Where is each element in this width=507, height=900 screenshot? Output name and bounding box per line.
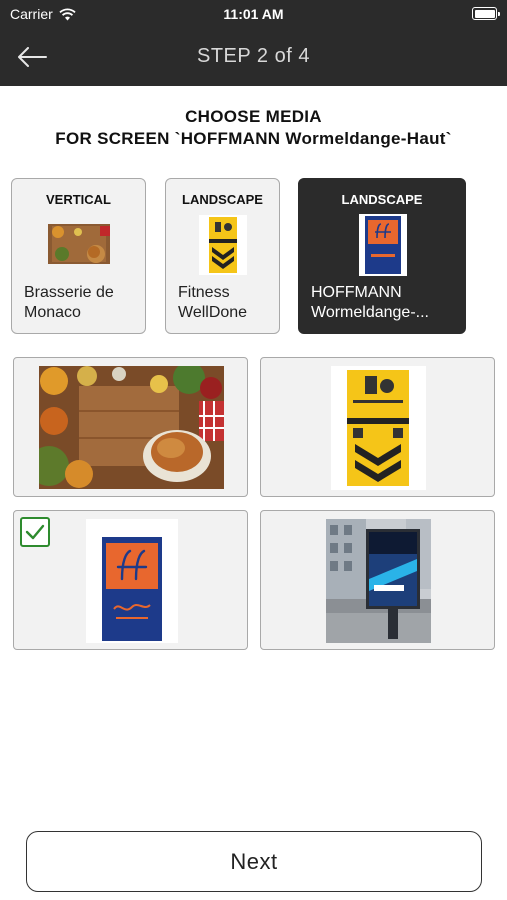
battery-icon — [472, 7, 500, 20]
screen-thumbnail — [48, 224, 110, 264]
screen-name: Fitness WellDone — [178, 284, 248, 321]
status-bar: Carrier 11:01 AM — [0, 0, 507, 28]
section-heading: CHOOSE MEDIA FOR SCREEN `HOFFMANN Wormel… — [0, 106, 507, 150]
covid-poster-image — [331, 366, 426, 490]
clock: 11:01 AM — [223, 6, 284, 22]
nav-bar: STEP 2 of 4 — [0, 28, 507, 86]
heading-line-2: FOR SCREEN `HOFFMANN Wormeldange-Haut` — [55, 129, 452, 148]
checkmark-icon — [25, 524, 45, 540]
screen-card-brasserie[interactable]: VERTICAL Brasserie de Monaco — [11, 178, 146, 334]
media-tile-covid-poster[interactable] — [260, 357, 495, 497]
screen-orientation: LANDSCAPE — [341, 192, 423, 207]
screen-thumbnail — [359, 214, 407, 276]
billboard-image — [326, 519, 431, 643]
screen-orientation: LANDSCAPE — [182, 192, 263, 207]
next-button[interactable]: Next — [26, 831, 482, 892]
media-tile-hoffmann-poster[interactable] — [13, 510, 248, 650]
screen-thumbnail — [199, 215, 247, 275]
selected-checkbox[interactable] — [20, 517, 50, 547]
hoffmann-poster-image — [86, 519, 178, 643]
screen-card-hoffmann[interactable]: LANDSCAPE HOFFMANN Wormeldange-... — [298, 178, 466, 334]
screen-card-fitness[interactable]: LANDSCAPE Fitness WellDone — [165, 178, 280, 334]
screen-name: HOFFMANN Wormeldange-... — [311, 284, 429, 321]
page-title: STEP 2 of 4 — [197, 45, 310, 67]
screen-name: Brasserie de Monaco — [24, 284, 114, 321]
food-image — [39, 366, 224, 489]
screen-orientation: VERTICAL — [46, 192, 111, 207]
media-tile-billboard[interactable] — [260, 510, 495, 650]
media-tile-food[interactable] — [13, 357, 248, 497]
heading-line-1: CHOOSE MEDIA — [185, 107, 322, 126]
